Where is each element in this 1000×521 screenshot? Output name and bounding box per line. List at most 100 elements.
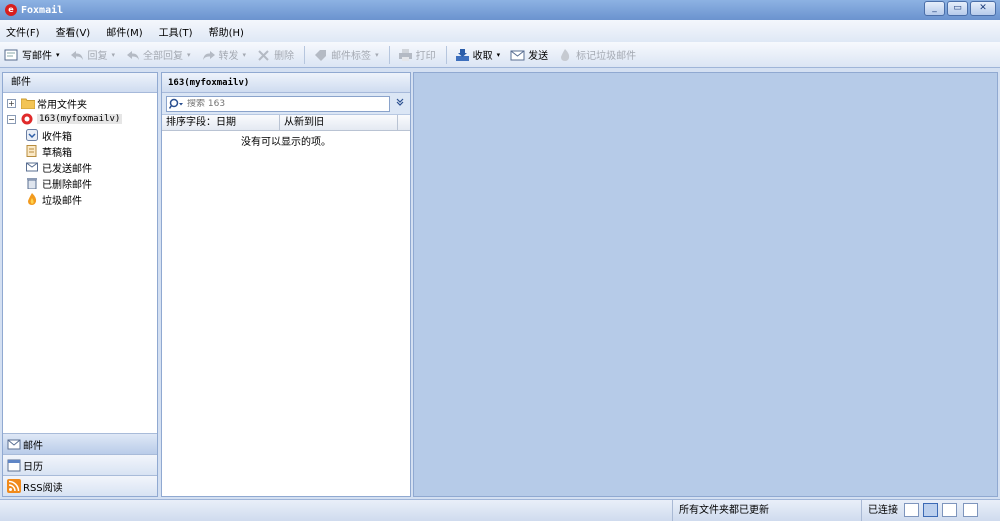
mark-spam-button[interactable]: 标记垃圾邮件	[558, 47, 636, 62]
reply-all-label: 全部回复	[143, 51, 184, 62]
layout-three-column-icon[interactable]	[923, 503, 938, 517]
folder-panel: 邮件 + 常用文件夹 − 163(myfoxmailv) 收件箱 草稿箱 已发送…	[2, 72, 158, 497]
printer-icon	[398, 48, 413, 62]
receive-label: 收取	[472, 51, 493, 62]
delete-icon	[256, 48, 271, 62]
nav-calendar-label: 日历	[23, 461, 43, 473]
search-input[interactable]	[187, 98, 367, 109]
minimize-button[interactable]: _	[924, 1, 945, 16]
folder-icon	[20, 97, 36, 110]
layout-preview-bottom-icon[interactable]	[904, 503, 919, 517]
layout-preview-right-icon[interactable]	[942, 503, 957, 517]
compose-button[interactable]: 写邮件 ▾	[4, 47, 60, 62]
account-label: 163(myfoxmailv)	[37, 114, 123, 124]
menu-bar: 文件(F) 查看(V) 邮件(M) 工具(T) 帮助(H)	[0, 20, 1000, 42]
forward-button[interactable]: 转发 ▾	[201, 47, 247, 62]
compose-label: 写邮件	[22, 51, 52, 62]
menu-help[interactable]: 帮助(H)	[209, 24, 244, 39]
message-list-panel: 163(myfoxmailv) 排序字段：日期 从新到旧 没有可以显示的项。	[161, 72, 411, 497]
reply-icon	[70, 48, 85, 62]
tree-item-sent[interactable]: 已发送邮件	[3, 159, 157, 175]
drafts-icon	[26, 145, 38, 157]
tag-label: 邮件标签	[331, 51, 372, 62]
reply-all-icon	[125, 48, 140, 62]
menu-file[interactable]: 文件(F)	[6, 24, 40, 39]
close-button[interactable]: ✕	[970, 1, 996, 16]
receive-button[interactable]: 收取 ▾	[455, 47, 501, 62]
layout-single-pane-icon[interactable]	[963, 503, 978, 517]
menu-tools[interactable]: 工具(T)	[159, 24, 193, 39]
reply-all-dropdown-icon[interactable]: ▾	[187, 51, 191, 59]
calendar-icon	[7, 458, 21, 472]
message-list-columns: 排序字段：日期 从新到旧	[162, 115, 410, 131]
nav-mail-label: 邮件	[23, 440, 43, 452]
reply-label: 回复	[87, 51, 108, 62]
reply-button[interactable]: 回复 ▾	[70, 47, 116, 62]
tree-item-inbox[interactable]: 收件箱	[3, 127, 157, 143]
compose-dropdown-icon[interactable]: ▾	[56, 51, 60, 59]
search-options-chevron-icon[interactable]	[394, 97, 406, 110]
tree-item-account[interactable]: − 163(myfoxmailv)	[3, 111, 157, 127]
trash-icon	[26, 177, 38, 190]
message-list-header: 163(myfoxmailv)	[162, 73, 410, 93]
nav-rss[interactable]: RSS阅读	[3, 475, 157, 496]
status-bar: 所有文件夹都已更新 已连接	[0, 499, 1000, 521]
search-bar	[162, 93, 410, 115]
tree-item-junk[interactable]: 垃圾邮件	[3, 191, 157, 207]
spam-flame-icon	[558, 48, 573, 62]
forward-dropdown-icon[interactable]: ▾	[243, 51, 247, 59]
reply-all-button[interactable]: 全部回复 ▾	[125, 47, 191, 62]
receive-dropdown-icon[interactable]: ▾	[497, 51, 501, 59]
print-label: 打印	[415, 51, 436, 62]
title-bar: e Foxmail _ ▭ ✕	[0, 0, 1000, 20]
toolbar-separator	[445, 45, 447, 64]
sent-icon	[26, 161, 38, 173]
expand-icon[interactable]: +	[7, 98, 16, 108]
mark-spam-label: 标记垃圾邮件	[576, 51, 637, 62]
rss-icon	[7, 479, 21, 493]
window-title: Foxmail	[21, 4, 64, 16]
search-box[interactable]	[166, 95, 390, 112]
print-button[interactable]: 打印	[398, 47, 436, 62]
foxmail-logo-icon: e	[5, 4, 17, 16]
nav-mail[interactable]: 邮件	[3, 433, 157, 454]
connection-status: 已连接	[861, 500, 901, 521]
mail-icon	[7, 437, 21, 451]
collapse-icon[interactable]: −	[7, 114, 16, 124]
tree-item-label: 常用文件夹	[37, 99, 87, 111]
tag-button[interactable]: 邮件标签 ▾	[313, 47, 379, 62]
status-message: 所有文件夹都已更新	[672, 500, 860, 521]
send-button[interactable]: 发送	[510, 47, 548, 62]
search-icon[interactable]	[169, 98, 185, 110]
toolbar-separator	[388, 45, 390, 64]
nav-rss-label: RSS阅读	[23, 482, 63, 494]
reading-pane	[413, 72, 998, 497]
window-controls: _ ▭ ✕	[924, 1, 996, 16]
sort-field-column[interactable]: 排序字段：日期	[162, 115, 280, 130]
compose-icon	[4, 48, 19, 62]
module-navigation: 邮件 日历 RSS阅读	[3, 433, 157, 496]
restore-button[interactable]: ▭	[947, 1, 968, 16]
forward-label: 转发	[218, 51, 239, 62]
delete-button[interactable]: 删除	[256, 47, 294, 62]
menu-mail[interactable]: 邮件(M)	[106, 24, 142, 39]
folder-label: 草稿箱	[42, 147, 72, 159]
account-163-icon	[21, 113, 33, 125]
receive-icon	[455, 48, 470, 62]
folder-label: 已发送邮件	[42, 163, 92, 175]
tree-item-common-folders[interactable]: + 常用文件夹	[3, 95, 157, 111]
folder-label: 已删除邮件	[42, 179, 92, 191]
toolbar-separator	[304, 45, 306, 64]
nav-calendar[interactable]: 日历	[3, 454, 157, 475]
folder-panel-header: 邮件	[3, 73, 157, 93]
folder-label: 垃圾邮件	[42, 195, 82, 207]
sort-order-column[interactable]: 从新到旧	[280, 115, 398, 130]
forward-icon	[201, 48, 216, 62]
tree-item-deleted[interactable]: 已删除邮件	[3, 175, 157, 191]
send-icon	[510, 48, 525, 62]
tag-dropdown-icon[interactable]: ▾	[375, 51, 379, 59]
menu-view[interactable]: 查看(V)	[56, 24, 91, 39]
folder-label: 收件箱	[42, 131, 72, 143]
tree-item-drafts[interactable]: 草稿箱	[3, 143, 157, 159]
reply-dropdown-icon[interactable]: ▾	[112, 51, 116, 59]
